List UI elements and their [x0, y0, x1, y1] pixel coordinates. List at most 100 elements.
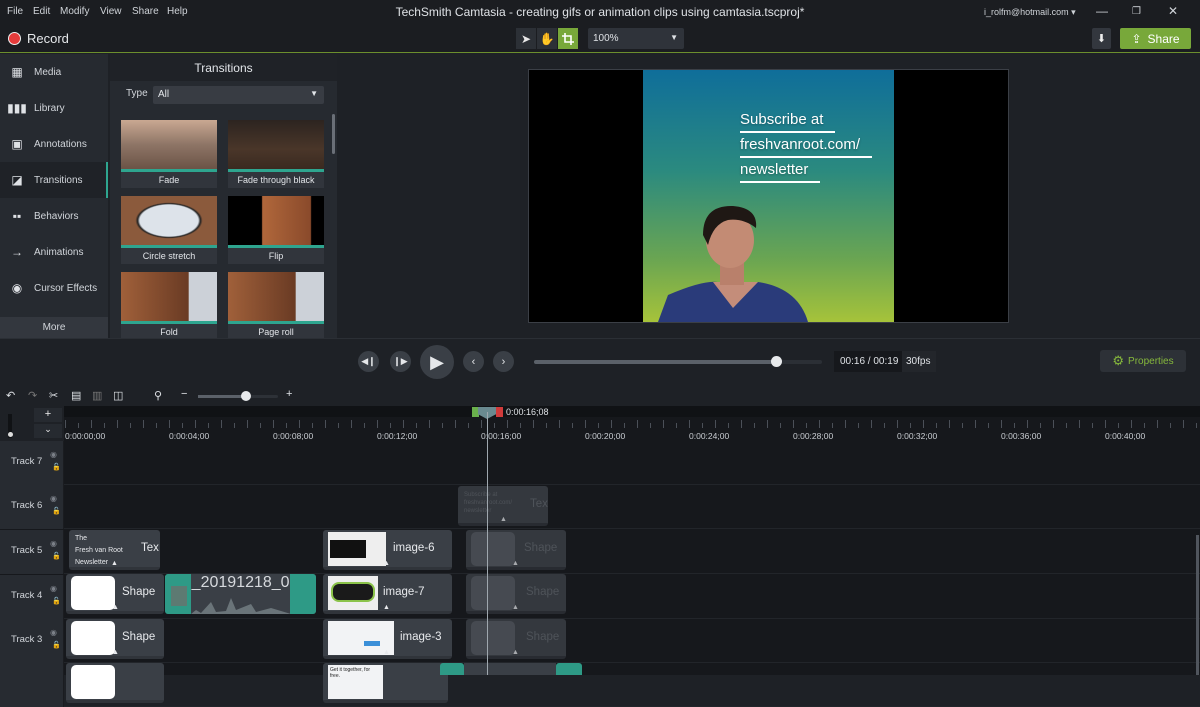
split-icon[interactable]: ◫	[113, 389, 123, 402]
playback-scrubber[interactable]	[534, 356, 822, 367]
menu-file[interactable]: File	[7, 6, 23, 17]
ruler-label: 0:00:24;00	[689, 431, 730, 441]
track-height-handle[interactable]	[8, 432, 13, 437]
shape-clip[interactable]: Shape ▲	[466, 530, 566, 570]
track-header[interactable]: Track 3 ◉ 🔓	[0, 619, 64, 663]
search-icon[interactable]: ⚲	[154, 389, 162, 402]
clip-end-handle[interactable]	[290, 574, 316, 614]
eye-icon[interactable]: ◉	[50, 494, 57, 503]
video-clip[interactable]: VID_20191218_090204	[165, 574, 316, 614]
video-clip[interactable]	[464, 663, 556, 675]
undo-icon[interactable]: ↶	[6, 389, 15, 402]
selection-start-marker[interactable]	[472, 407, 479, 417]
sidebar-item-library[interactable]: ▮▮▮ Library	[0, 90, 108, 126]
close-icon[interactable]: ✕	[1168, 4, 1178, 18]
previous-marker-icon[interactable]: ‹	[463, 351, 484, 372]
sidebar-item-behaviors[interactable]: ▪▪ Behaviors	[0, 198, 108, 234]
track-5: Track 5 ◉ 🔓	[0, 530, 1200, 574]
image-clip[interactable]: Get it together, for free.	[323, 663, 448, 703]
image-clip[interactable]: image-3 ▲	[323, 619, 452, 659]
next-frame-icon[interactable]: ❙▶	[390, 351, 411, 372]
transition-fade[interactable]: Fade	[121, 120, 217, 188]
download-icon[interactable]: ⬇	[1092, 28, 1111, 49]
lock-icon[interactable]: 🔓	[52, 463, 61, 471]
timeline-scrollbar[interactable]	[1196, 535, 1199, 675]
shape-clip[interactable]	[66, 663, 164, 703]
menu-view[interactable]: View	[100, 6, 122, 17]
scrubber-handle[interactable]	[770, 356, 782, 367]
account-menu[interactable]: i_rolfm@hotmail.com ▾	[984, 7, 1076, 18]
sidebar-item-transitions[interactable]: ◪ Transitions	[0, 162, 108, 198]
transition-marker[interactable]	[556, 663, 582, 675]
minimize-icon[interactable]: —	[1096, 4, 1108, 18]
zoom-out-icon[interactable]: −	[181, 388, 187, 400]
shape-clip[interactable]: Shape ▲	[466, 574, 566, 614]
ruler-tick	[1066, 423, 1067, 428]
canvas-zoom-select[interactable]: 100% ▼	[588, 28, 684, 49]
cut-icon[interactable]: ✂	[49, 389, 58, 402]
menu-share[interactable]: Share	[132, 6, 159, 17]
image-clip[interactable]: image-6 ▲	[323, 530, 452, 570]
transition-fade-through-black[interactable]: Fade through black	[228, 120, 324, 188]
redo-icon[interactable]: ↷	[28, 389, 37, 402]
panel-scrollbar[interactable]	[332, 114, 335, 154]
next-marker-icon[interactable]: ›	[493, 351, 514, 372]
eye-icon[interactable]: ◉	[50, 628, 57, 637]
eye-icon[interactable]: ◉	[50, 450, 57, 459]
transition-page-roll[interactable]: Page roll	[228, 272, 324, 338]
transition-fold[interactable]: Fold	[121, 272, 217, 338]
arrow-pointer-icon[interactable]: ➤	[516, 28, 536, 49]
lock-icon[interactable]: 🔓	[52, 641, 61, 649]
text-clip[interactable]: The Fresh van Root Newsletter Tex ▲	[69, 530, 160, 570]
more-button[interactable]: More	[0, 317, 108, 338]
subscribe-text[interactable]: Subscribe at freshvanroot.com/ newslette…	[740, 108, 873, 183]
timeline-zoom-slider[interactable]	[198, 391, 278, 401]
menu-edit[interactable]: Edit	[33, 6, 50, 17]
shape-clip[interactable]: Shape ▲	[466, 619, 566, 659]
record-button[interactable]: Record	[8, 31, 69, 46]
lock-icon[interactable]: 🔓	[52, 552, 61, 560]
sidebar-item-media[interactable]: ▦ Media	[0, 54, 108, 90]
share-label: Share	[1147, 31, 1180, 46]
shape-clip[interactable]: Shape ▲	[66, 574, 164, 614]
menu-modify[interactable]: Modify	[60, 6, 89, 17]
lock-icon[interactable]: 🔓	[52, 507, 61, 515]
lock-icon[interactable]: 🔓	[52, 597, 61, 605]
transition-circle-stretch[interactable]: Circle stretch	[121, 196, 217, 264]
collapse-tracks-button[interactable]: ⌄	[34, 424, 62, 438]
add-track-button[interactable]: +	[34, 408, 62, 422]
transition-flip[interactable]: Flip	[228, 196, 324, 264]
shape-clip[interactable]: Shape ▲	[66, 619, 164, 659]
ruler-tick	[182, 423, 183, 428]
image-clip[interactable]: image-7 ▲	[323, 574, 452, 614]
timeline-ruler[interactable]: 0:00:00;00 0:00:04;00 0:00:08;00 0:00:12;00…	[64, 406, 1200, 441]
share-button[interactable]: ⇪ Share	[1120, 28, 1191, 49]
sidebar-item-annotations[interactable]: ▣ Annotations	[0, 126, 108, 162]
play-icon[interactable]: ▶	[420, 345, 454, 379]
track-header[interactable]	[0, 663, 64, 707]
zoom-slider-handle[interactable]	[241, 391, 251, 401]
track-header[interactable]: Track 7 ◉ 🔓	[0, 441, 64, 485]
type-select[interactable]: All ▼	[153, 86, 324, 104]
track-header[interactable]: Track 4 ◉ 🔓	[0, 575, 64, 619]
eye-icon[interactable]: ◉	[50, 584, 57, 593]
selection-end-marker[interactable]	[496, 407, 503, 417]
text-clip[interactable]: Subscribe at freshvanroot.com/newsletter …	[458, 486, 548, 526]
track-header[interactable]: Track 5 ◉ 🔓	[0, 530, 64, 574]
zoom-in-icon[interactable]: +	[286, 388, 292, 400]
eye-icon[interactable]: ◉	[50, 539, 57, 548]
paste-icon[interactable]: ▥	[92, 389, 102, 402]
restore-icon[interactable]: ❐	[1132, 6, 1141, 17]
previous-frame-icon[interactable]: ◀❙	[358, 351, 379, 372]
hand-pan-icon[interactable]: ✋	[537, 28, 557, 49]
properties-button[interactable]: ⚙ Properties	[1100, 350, 1186, 372]
transition-marker[interactable]	[440, 663, 464, 675]
clip-handle-icon: ▲	[383, 649, 390, 656]
copy-icon[interactable]: ▤	[71, 389, 81, 402]
crop-icon[interactable]	[558, 28, 578, 49]
canvas-media[interactable]: Subscribe at freshvanroot.com/ newslette…	[643, 70, 894, 322]
menu-help[interactable]: Help	[167, 6, 188, 17]
sidebar-item-cursor-effects[interactable]: ◉ Cursor Effects	[0, 270, 108, 306]
sidebar-item-animations[interactable]: → Animations	[0, 234, 108, 270]
track-header[interactable]: Track 6 ◉ 🔓	[0, 485, 64, 529]
